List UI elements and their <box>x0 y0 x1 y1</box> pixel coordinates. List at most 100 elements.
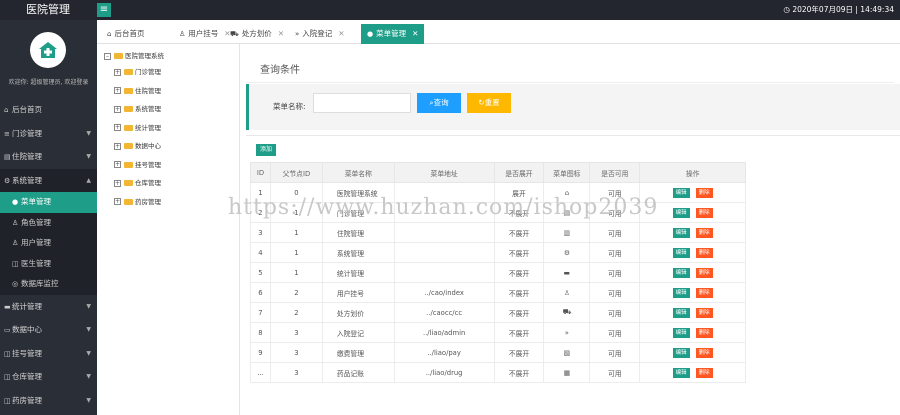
sidebar-subitem[interactable]: ◎ 数据库监控 <box>0 274 97 295</box>
sidebar-item[interactable]: ◫药房管理 ▼ <box>0 389 97 413</box>
delete-button[interactable]: 删除 <box>695 327 713 338</box>
cell-actions: 编辑 删除 <box>639 342 746 363</box>
sidebar-item[interactable]: ◫仓库管理 ▼ <box>0 365 97 389</box>
sidebar-subitem[interactable]: ◫ 医生管理 <box>0 253 97 274</box>
tab-home[interactable]: ⌂ 后台首页 <box>107 24 144 44</box>
cell-actions: 编辑 删除 <box>639 322 746 343</box>
edit-button[interactable]: 编辑 <box>672 307 690 318</box>
expand-toggle-icon[interactable]: + <box>114 179 121 187</box>
edit-button[interactable]: 编辑 <box>672 227 690 238</box>
expand-toggle-icon[interactable]: + <box>114 105 121 113</box>
sidebar-item-label: 住院管理 <box>12 152 42 161</box>
expand-toggle-icon[interactable]: + <box>114 68 121 76</box>
edit-button[interactable]: 编辑 <box>672 267 690 278</box>
cell-expand: 不展开 <box>493 362 545 383</box>
expand-toggle-icon[interactable]: + <box>114 87 121 94</box>
edit-button[interactable]: 编辑 <box>672 207 690 218</box>
cell-available: 可用 <box>589 342 641 363</box>
expand-toggle-icon[interactable]: + <box>114 161 121 168</box>
sidebar-item[interactable]: ⚙ 系统管理 ▲ <box>0 168 97 192</box>
cell-parent-id: 1 <box>269 202 323 223</box>
column-header: 菜单图标 <box>543 162 591 183</box>
edit-button[interactable]: 编辑 <box>672 287 690 298</box>
tree-node[interactable]: + 药房管理 <box>114 196 161 208</box>
close-icon[interactable]: ✕ <box>278 29 284 38</box>
tree-root[interactable]: – 医院管理系统 <box>104 50 164 62</box>
tab-label: 菜单管理 <box>376 29 407 38</box>
cell-menu-url: ../liao/admin <box>393 322 495 343</box>
cell-parent-id: 2 <box>269 302 323 323</box>
title-divider <box>246 82 894 83</box>
cell-menu-name: 住院管理 <box>321 222 395 243</box>
close-icon[interactable]: ✕ <box>412 29 418 38</box>
tab-menu[interactable]: ● 菜单管理 ✕ <box>361 24 425 44</box>
menu-name-input[interactable] <box>313 93 411 113</box>
edit-button[interactable]: 编辑 <box>672 187 690 198</box>
sidebar-subitem[interactable]: ♙ 用户管理 <box>0 233 97 254</box>
cell-actions: 编辑 删除 <box>639 222 746 243</box>
sidebar-item[interactable]: ⌂ 后台首页 <box>0 98 97 122</box>
tree-node-label: 系统管理 <box>135 105 161 113</box>
tree-node[interactable]: + 系统管理 <box>114 103 161 115</box>
tree-node[interactable]: + 统计管理 <box>114 122 161 134</box>
sidebar-item[interactable]: ▬统计管理 ▼ <box>0 295 97 319</box>
delete-button[interactable]: 删除 <box>695 287 713 298</box>
sidebar-item[interactable]: ▭数据中心 ▼ <box>0 318 97 342</box>
reset-button[interactable]: ↻重置 <box>467 93 511 113</box>
chevron-icon: ▼ <box>86 129 91 137</box>
menu-toggle-button[interactable]: ≡ <box>97 3 111 17</box>
sidebar-subitem[interactable]: ● 菜单管理 <box>0 192 97 213</box>
delete-button[interactable]: 删除 <box>695 307 713 318</box>
tree-node[interactable]: + 仓库管理 <box>114 177 161 189</box>
sidebar-item-label: 仓库管理 <box>12 372 42 381</box>
sidebar-item[interactable]: ▤住院管理 ▼ <box>0 145 97 169</box>
sidebar-subitem-label: 角色管理 <box>21 217 51 227</box>
collapse-toggle-icon[interactable]: – <box>104 52 111 60</box>
edit-button[interactable]: 编辑 <box>672 347 690 358</box>
expand-toggle-icon[interactable]: + <box>114 124 121 131</box>
tab-user[interactable]: ♙ 用户挂号 ✕ <box>179 24 231 44</box>
sidebar-item[interactable]: ◫挂号管理 ▼ <box>0 342 97 366</box>
table-row: 1 0 医院管理系统 展开 ⌂ 可用 编辑 删除 <box>250 182 746 203</box>
tree-node-label: 药房管理 <box>135 197 161 206</box>
tab-bar: ⌂ 后台首页 ♙ 用户挂号 ✕ ⛟ 处方划价 ✕ » 入院登记 ✕ ● 菜单管理 ✕ <box>97 24 900 44</box>
tab-forward[interactable]: » 入院登记 ✕ <box>295 24 345 44</box>
top-bar: 医院管理 ≡ ◷ 2020年07月09日 | 14:49:34 <box>0 0 900 20</box>
edit-button[interactable]: 编辑 <box>672 247 690 258</box>
cell-available: 可用 <box>589 322 641 343</box>
expand-toggle-icon[interactable]: + <box>114 198 121 205</box>
database-icon: ◎ <box>12 280 19 288</box>
cell-available: 可用 <box>589 222 641 243</box>
close-icon[interactable]: ✕ <box>338 29 344 38</box>
cell-available: 可用 <box>589 262 641 283</box>
sidebar-nav: ⌂ 后台首页 ≡ 门诊管理 ▼ ▤住院管理 ▼ ⚙ 系统管理 ▲ ● 菜单管理 ♙ 角色管理 ♙ 用户管理 ◫ 医… <box>0 98 97 412</box>
sidebar-item[interactable]: ≡ 门诊管理 ▼ <box>0 122 97 146</box>
add-button[interactable]: 添加 <box>256 144 276 156</box>
delete-button[interactable]: 删除 <box>695 187 713 198</box>
cell-menu-url: ../cao/index <box>393 282 495 303</box>
delete-button[interactable]: 删除 <box>695 347 713 358</box>
home-icon: ⌂ <box>4 106 9 114</box>
tree-node[interactable]: + 挂号管理 <box>114 159 161 171</box>
delete-button[interactable]: 删除 <box>695 227 713 238</box>
tab-cart[interactable]: ⛟ 处方划价 ✕ <box>230 24 284 44</box>
delete-button[interactable]: 删除 <box>695 367 713 378</box>
table-body: 1 0 医院管理系统 展开 ⌂ 可用 编辑 删除 2 1 门诊管理 不展开 ▤ 可用 编辑 删除 3 1 住院管理不… <box>250 182 746 383</box>
query-button[interactable]: ⌕查询 <box>417 93 461 113</box>
cell-expand: 不展开 <box>493 242 545 263</box>
delete-button[interactable]: 删除 <box>695 207 713 218</box>
cell-actions: 编辑 删除 <box>639 362 746 383</box>
delete-button[interactable]: 删除 <box>695 267 713 278</box>
cell-menu-url: ../liao/pay <box>393 342 495 363</box>
main-content: 查询条件 菜单名称: ⌕查询 ↻重置 添加 ID 父节点ID 菜单名称 菜单地址 是否展… <box>240 44 900 415</box>
sidebar-subitem[interactable]: ♙ 角色管理 <box>0 212 97 233</box>
edit-button[interactable]: 编辑 <box>672 367 690 378</box>
tree-node[interactable]: + 数据中心 <box>114 140 161 152</box>
cell-id: 4 <box>250 242 271 263</box>
expand-toggle-icon[interactable]: + <box>114 142 121 150</box>
tree-node[interactable]: + 住院管理 <box>114 85 161 97</box>
tree-node[interactable]: + 门诊管理 <box>114 66 161 78</box>
edit-button[interactable]: 编辑 <box>672 327 690 338</box>
hospital-logo <box>30 32 66 68</box>
delete-button[interactable]: 删除 <box>695 247 713 258</box>
